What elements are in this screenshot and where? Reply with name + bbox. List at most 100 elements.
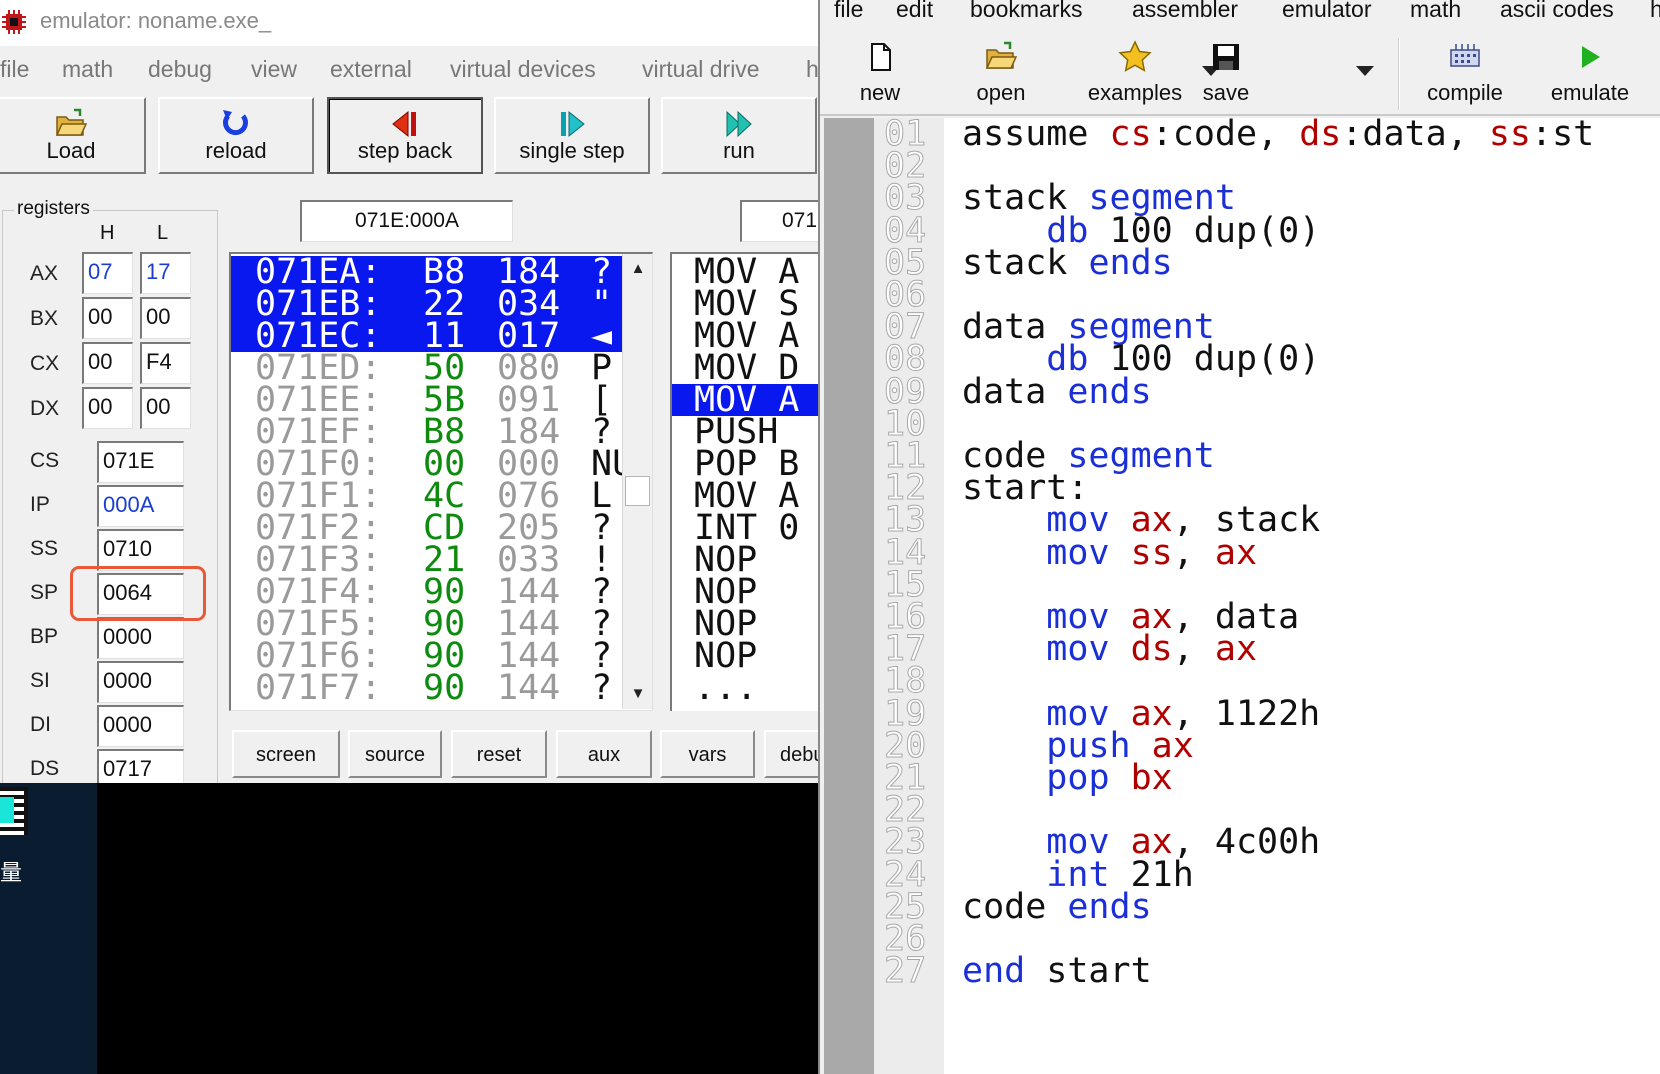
code-line[interactable]: end start: [962, 954, 1152, 989]
code-line[interactable]: mov ax, data: [962, 600, 1299, 635]
line-number: 25: [884, 886, 927, 927]
memory-scrollbar[interactable]: ▲ ▼: [622, 254, 652, 709]
disassembly-row[interactable]: ...: [672, 671, 818, 706]
line-number: 23: [884, 822, 927, 863]
code-line[interactable]: push ax: [962, 728, 1194, 763]
register-bx-high[interactable]: 00: [82, 297, 133, 339]
load-button[interactable]: Load: [0, 97, 146, 174]
line-number: 20: [884, 725, 927, 766]
code-line[interactable]: code ends: [962, 889, 1152, 924]
sp-annotation-highlight: [70, 566, 206, 621]
address-field[interactable]: 071E:000A: [300, 200, 513, 242]
ed-menu-bookmarks[interactable]: bookmarks: [970, 0, 1082, 23]
menu-file[interactable]: file: [0, 56, 29, 83]
code-token-text: , 1122h: [1172, 693, 1321, 734]
menu-virtual-devices[interactable]: virtual devices: [450, 56, 596, 83]
memory-list[interactable]: 071EA: B8 184? 071EB: 22 034 " 071EC: 11 017 ◄ 071E…: [229, 252, 653, 711]
run-button[interactable]: run: [661, 97, 817, 174]
reset-button[interactable]: reset: [451, 730, 547, 778]
code-line[interactable]: code segment: [962, 439, 1215, 474]
save-button-body[interactable]: save: [1176, 40, 1276, 112]
code-line[interactable]: mov ds, ax: [962, 632, 1257, 667]
register-cs-value[interactable]: 071E: [97, 441, 184, 483]
menu-help[interactable]: h: [806, 56, 818, 83]
register-bx-low[interactable]: 00: [140, 297, 191, 339]
single-step-button[interactable]: single step: [494, 97, 650, 174]
desktop-app-icon[interactable]: [0, 787, 28, 835]
code-line[interactable]: mov ax, 1122h: [962, 696, 1320, 731]
new-button[interactable]: new: [840, 40, 920, 112]
register-ax-low[interactable]: 17: [140, 252, 191, 294]
code-line[interactable]: start:: [962, 471, 1088, 506]
menu-math[interactable]: math: [62, 56, 113, 83]
low-byte-header: L: [157, 222, 169, 244]
register-ds-value[interactable]: 0717: [97, 749, 184, 783]
run-label: run: [723, 138, 755, 163]
code-line[interactable]: assume cs:code, ds:data, ss:st: [962, 117, 1594, 152]
compile-button[interactable]: compile: [1410, 40, 1520, 112]
screen-button[interactable]: screen: [232, 730, 340, 778]
single-step-label: single step: [519, 138, 625, 163]
code-line[interactable]: stack ends: [962, 245, 1173, 280]
menu-view[interactable]: view: [251, 56, 297, 83]
ed-menu-ascii-codes[interactable]: ascii codes: [1500, 0, 1614, 23]
editor-left-margin: [824, 118, 874, 1074]
code-line[interactable]: mov ax, stack: [962, 503, 1320, 538]
disasm-address-field[interactable]: 071: [740, 200, 818, 242]
register-ip-value[interactable]: 000A: [97, 485, 184, 527]
register-bp-value[interactable]: 0000: [97, 617, 184, 659]
menu-external[interactable]: external: [330, 56, 412, 83]
code-token-keyword: ends: [1067, 886, 1152, 927]
step-back-button[interactable]: step back: [327, 97, 483, 174]
memory-row[interactable]: 071F7: 90 144?: [231, 671, 623, 706]
ed-menu-file[interactable]: file: [834, 0, 863, 23]
ed-menu-help[interactable]: h: [1650, 0, 1660, 23]
scroll-up-arrow-icon[interactable]: ▲: [623, 254, 653, 284]
save-dropdown-arrow-icon[interactable]: [1356, 66, 1374, 76]
source-button[interactable]: source: [348, 730, 442, 778]
menu-virtual-drive[interactable]: virtual drive: [642, 56, 760, 83]
code-line[interactable]: stack segment: [962, 181, 1236, 216]
code-line[interactable]: data ends: [962, 374, 1152, 409]
line-number: 13: [884, 500, 927, 541]
ed-menu-math[interactable]: math: [1410, 0, 1461, 23]
register-name-dx: DX: [30, 397, 60, 420]
emulate-button[interactable]: emulate: [1530, 40, 1650, 112]
line-number: 27: [884, 951, 927, 992]
menu-debug[interactable]: debug: [148, 56, 212, 83]
code-token-register: ds: [1299, 114, 1342, 154]
ed-menu-assembler[interactable]: assembler: [1132, 0, 1238, 23]
code-line[interactable]: mov ss, ax: [962, 535, 1257, 570]
open-button[interactable]: open: [956, 40, 1046, 112]
debug-button[interactable]: debu: [764, 730, 818, 778]
register-di-value[interactable]: 0000: [97, 705, 184, 747]
code-line[interactable]: pop bx: [962, 761, 1172, 796]
disassembly-list[interactable]: MOV A MOV S MOV A MOV D MOV A PUSH POP B MOV AI…: [670, 252, 818, 711]
vars-button[interactable]: vars: [660, 730, 755, 778]
aux-button[interactable]: aux: [556, 730, 652, 778]
save-disk-icon: [1213, 44, 1239, 70]
register-si-value[interactable]: 0000: [97, 661, 184, 703]
ed-menu-edit[interactable]: edit: [896, 0, 933, 23]
code-line[interactable]: int 21h: [962, 857, 1194, 892]
code-line[interactable]: data segment: [962, 310, 1215, 345]
register-ax-high[interactable]: 07: [82, 252, 133, 294]
register-cx-high[interactable]: 00: [82, 342, 133, 384]
save-label: save: [1202, 80, 1250, 105]
register-dx-high[interactable]: 00: [82, 387, 133, 429]
line-number: 09: [884, 371, 927, 412]
scroll-down-arrow-icon[interactable]: ▼: [623, 679, 653, 709]
scroll-thumb[interactable]: [625, 476, 650, 506]
desktop-background: 量: [0, 783, 97, 1074]
emulator-menu-bar: file math debug view external virtual de…: [0, 52, 818, 92]
ed-menu-emulator[interactable]: emulator: [1282, 0, 1371, 23]
code-line[interactable]: db 100 dup(0): [962, 213, 1320, 248]
code-line[interactable]: db 100 dup(0): [962, 342, 1320, 377]
code-line[interactable]: mov ax, 4c00h: [962, 825, 1320, 860]
reload-button[interactable]: reload: [158, 97, 314, 174]
register-dx-low[interactable]: 00: [140, 387, 191, 429]
register-cx-low[interactable]: F4: [140, 342, 191, 384]
register-ss-value[interactable]: 0710: [97, 529, 184, 571]
